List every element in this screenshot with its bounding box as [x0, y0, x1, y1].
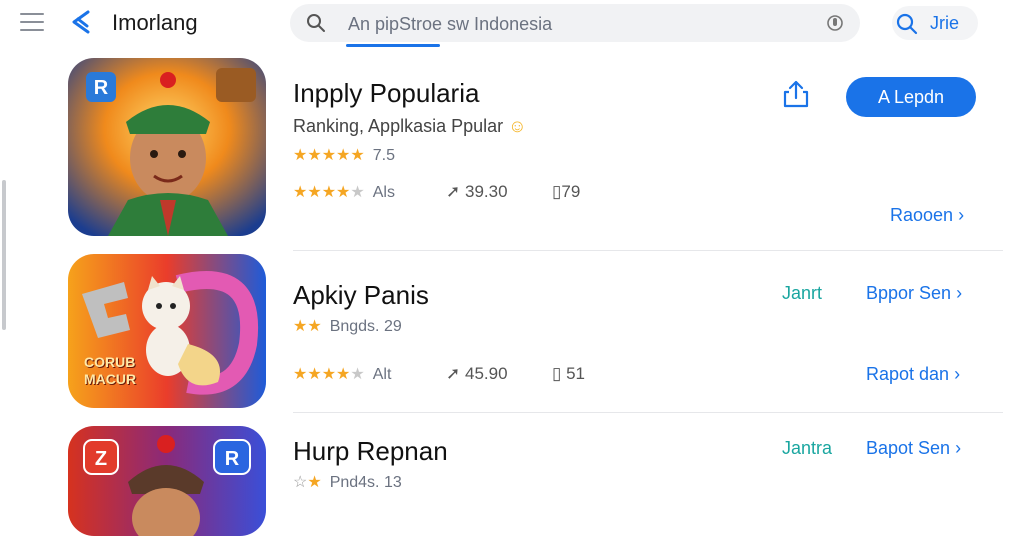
- star-icons: ★★★★: [293, 184, 351, 201]
- details-link[interactable]: Raooen ›: [890, 205, 964, 226]
- status-label[interactable]: Jantra: [782, 438, 832, 459]
- scrollbar-thumb[interactable]: [2, 180, 6, 330]
- chevron-right-icon: ›: [958, 205, 965, 225]
- rating-meta: Alt: [372, 366, 392, 383]
- app-store-logo-icon: [72, 10, 90, 34]
- app-subtitle-text: Ranking, Applkasia Ppular: [293, 116, 504, 136]
- app-icon[interactable]: Z R: [68, 426, 266, 536]
- app-name[interactable]: Inpply Popularia: [293, 78, 479, 109]
- divider: [293, 250, 1003, 251]
- size-value: 51: [566, 364, 586, 383]
- star-icons: ★: [307, 474, 322, 491]
- rating-stars-row: ★★★★★ Als: [293, 182, 395, 202]
- rating-stars: ★★★★★ 7.5: [293, 145, 395, 165]
- svg-text:Z: Z: [95, 448, 107, 470]
- search-bar[interactable]: [290, 4, 860, 47]
- file-icon: ▯: [552, 364, 562, 383]
- search-icon: [307, 14, 325, 32]
- details-link-label: Bapot Sen: [866, 438, 951, 458]
- star-icons: ★★★★: [293, 366, 351, 383]
- hamburger-menu-icon[interactable]: [20, 13, 44, 31]
- star-empty-icon: ★: [350, 366, 365, 383]
- search-input[interactable]: [346, 10, 810, 38]
- star-icons: ★★★★★: [293, 147, 365, 164]
- divider: [293, 412, 1003, 413]
- search-action-button[interactable]: Jrie: [892, 6, 978, 40]
- star-empty-icon: ☆: [293, 474, 308, 491]
- get-button[interactable]: A Lepdn: [846, 77, 976, 117]
- svg-text:R: R: [225, 448, 240, 470]
- chevron-right-icon: ›: [956, 283, 963, 303]
- status-label[interactable]: Janrt: [782, 283, 822, 304]
- downloads-value: 45.90: [464, 364, 508, 383]
- app-icon[interactable]: R: [68, 58, 266, 236]
- search-focus-underline: [346, 44, 440, 47]
- file-icon: ▯: [552, 182, 562, 201]
- action-label: Jrie: [930, 13, 960, 33]
- rating-stars: ★★ Bngds. 29: [293, 316, 402, 336]
- app-subtitle: Ranking, Applkasia Ppular ☺: [293, 116, 527, 137]
- downloads-meta: ➚ 39.30: [446, 182, 508, 202]
- details-link[interactable]: Bapot Sen ›: [866, 438, 961, 459]
- app-icon[interactable]: CORUB MACUR: [68, 254, 266, 408]
- rating-meta: Als: [372, 184, 395, 201]
- report-link-label: Rapot dan: [866, 364, 950, 384]
- rating-value: Pnd4s. 13: [329, 474, 402, 491]
- downloads-meta: ➚ 45.90: [446, 364, 508, 384]
- star-icons: ★★: [293, 318, 322, 335]
- size-meta: ▯ 51: [552, 364, 585, 384]
- app-title: Imorlang: [112, 10, 198, 35]
- thumbs-up-icon: ➚: [446, 182, 461, 201]
- top-bar: Imorlang Jrie: [0, 0, 1024, 47]
- rating-stars-row: ★★★★★ Alt: [293, 364, 391, 384]
- rating-value: 7.5: [372, 147, 395, 164]
- app-icon-text: CORUB MACUR: [84, 354, 137, 387]
- details-link-label: Bppor Sen: [866, 283, 952, 303]
- share-icon[interactable]: [782, 80, 810, 108]
- app-name[interactable]: Apkiy Panis: [293, 280, 429, 311]
- svg-text:R: R: [94, 77, 109, 99]
- downloads-value: 39.30: [464, 182, 508, 201]
- size-meta: ▯79: [552, 182, 580, 202]
- details-link[interactable]: Bppor Sen ›: [866, 283, 962, 304]
- search-icon: [896, 13, 918, 35]
- chevron-right-icon: ›: [955, 438, 962, 458]
- thumbs-up-icon: ➚: [446, 364, 461, 383]
- smile-icon: ☺: [508, 116, 527, 136]
- details-link-label: Raooen: [890, 205, 954, 225]
- rating-value: Bngds. 29: [329, 318, 402, 335]
- app-name[interactable]: Hurp Repnan: [293, 436, 448, 467]
- rating-stars: ☆★ Pnd4s. 13: [293, 472, 402, 492]
- size-value: 79: [561, 182, 581, 201]
- mic-icon[interactable]: [826, 14, 844, 32]
- chevron-right-icon: ›: [954, 364, 961, 384]
- star-empty-icon: ★: [350, 184, 365, 201]
- report-link[interactable]: Rapot dan ›: [866, 364, 960, 385]
